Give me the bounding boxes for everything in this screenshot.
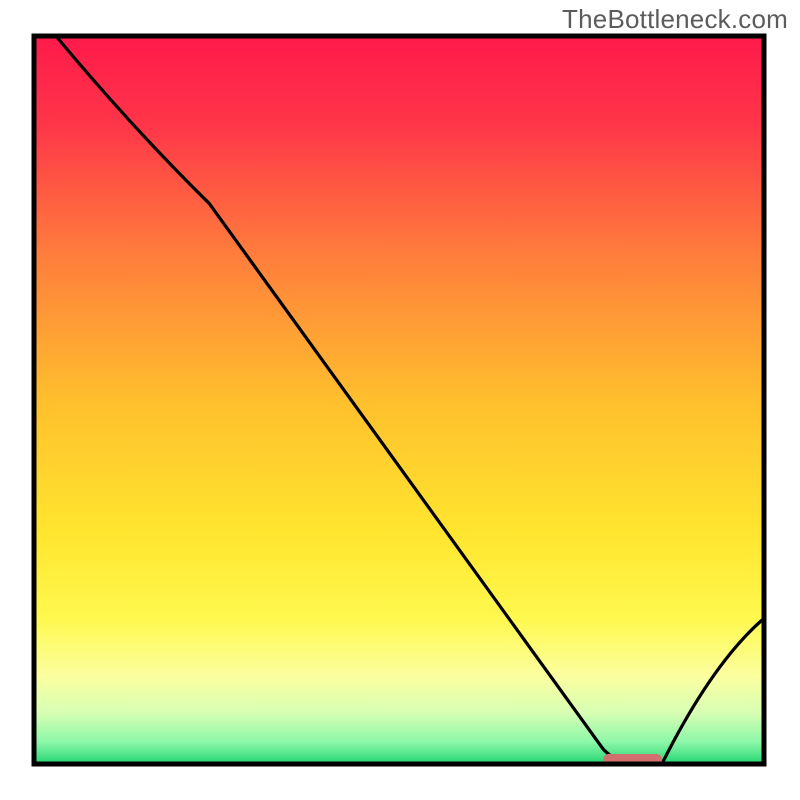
bottleneck-chart — [0, 0, 800, 800]
watermark-text: TheBottleneck.com — [562, 4, 788, 35]
plot-background — [34, 36, 764, 764]
chart-container: TheBottleneck.com — [0, 0, 800, 800]
